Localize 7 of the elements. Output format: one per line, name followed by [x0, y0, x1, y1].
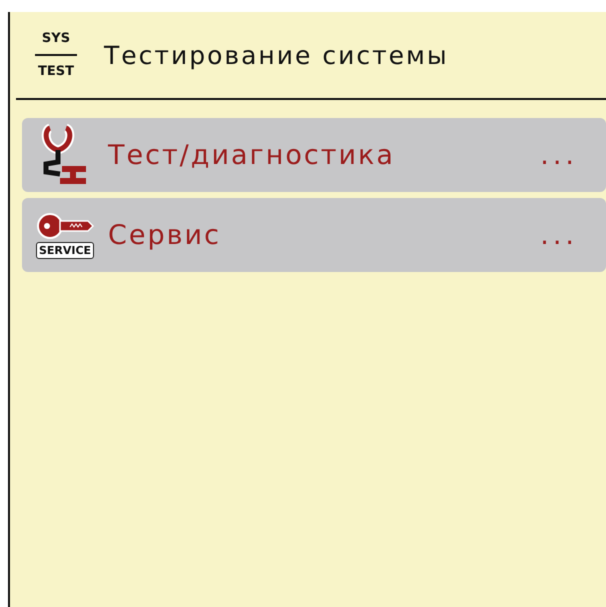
- menu-item[interactable]: Тест/диагностика ...: [22, 118, 606, 192]
- screen-title: Тестирование системы: [104, 40, 449, 70]
- menu-item[interactable]: SERVICE Сервис ...: [22, 198, 606, 272]
- icon-bottom-label: TEST: [38, 64, 74, 79]
- key-icon: [36, 212, 94, 240]
- service-label: SERVICE: [36, 242, 94, 258]
- icon-top-label: SYS: [42, 31, 70, 46]
